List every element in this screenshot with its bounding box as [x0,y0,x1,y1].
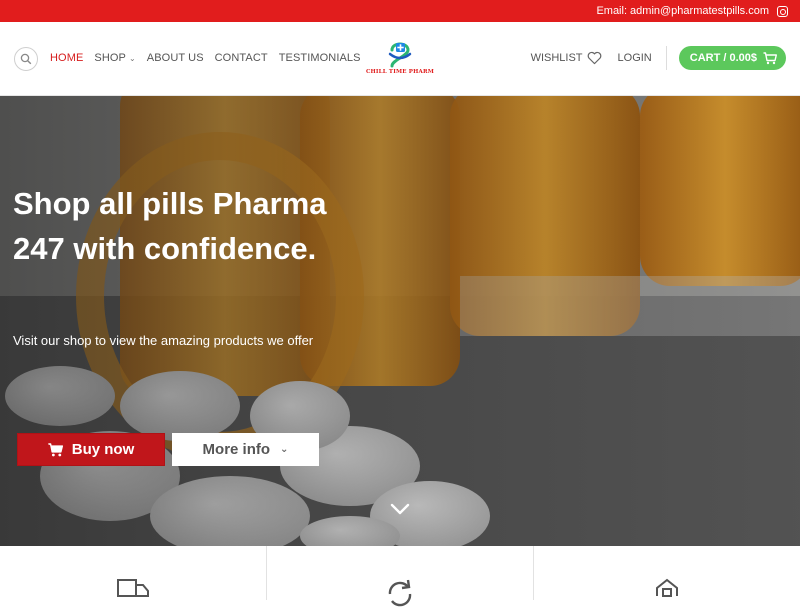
nav-shop-label: SHOP [94,52,126,64]
search-icon [20,53,32,65]
buy-now-label: Buy now [71,441,135,458]
instagram-icon[interactable] [777,5,788,17]
heart-icon [587,51,601,65]
login-link[interactable]: LOGIN [618,52,652,64]
feature-shipping [0,546,267,600]
more-info-label: More info [202,441,271,458]
main-nav: HOME SHOP ⌄ ABOUT US CONTACT TESTIMONIAL… [50,52,361,64]
more-info-button[interactable]: More info ⌄ [172,433,319,466]
wishlist-label: WISHLIST [530,52,583,64]
nav-about-us[interactable]: ABOUT US [147,52,204,64]
contact-email[interactable]: Email: admin@pharmatestpills.com [596,5,769,17]
chevron-down-icon: ⌄ [280,444,289,455]
cart-label: CART / 0.00$ [689,52,757,64]
cart-button[interactable]: CART / 0.00$ [678,46,786,70]
nav-shop[interactable]: SHOP ⌄ [94,52,135,64]
cart-icon [763,51,777,64]
wishlist-link[interactable]: WISHLIST [531,51,602,65]
top-bar: Email: admin@pharmatestpills.com [0,0,800,22]
hero-banner: Shop all pills Pharma 247 with confidenc… [0,96,800,546]
site-header: HOME SHOP ⌄ ABOUT US CONTACT TESTIMONIAL… [0,22,800,96]
refresh-icon [388,579,412,607]
chevron-down-icon: ⌄ [128,53,136,63]
feature-home [534,546,800,600]
buy-now-button[interactable]: Buy now [17,433,165,466]
hero-subtitle: Visit our shop to view the amazing produ… [13,333,314,348]
nav-home[interactable]: HOME [50,52,83,64]
search-button[interactable] [14,47,38,71]
hero-overlay [0,96,800,546]
nav-testimonials[interactable]: TESTIMONIALS [279,52,361,64]
cart-icon [48,442,63,456]
logo-emblem-icon [388,42,412,68]
hero-title: Shop all pills Pharma 247 with confidenc… [13,186,327,266]
site-logo[interactable]: CHILL TIME PHARM [365,38,435,82]
scroll-down-chevron-icon[interactable] [390,502,410,516]
feature-returns [267,546,534,607]
header-actions: WISHLIST LOGIN CART / 0.00$ [531,46,786,70]
logo-wordmark: CHILL TIME PHARM [365,69,435,75]
features-strip [0,546,800,607]
nav-contact[interactable]: CONTACT [215,52,268,64]
header-divider [665,46,667,70]
home-icon [656,578,678,597]
truck-icon [117,579,149,597]
